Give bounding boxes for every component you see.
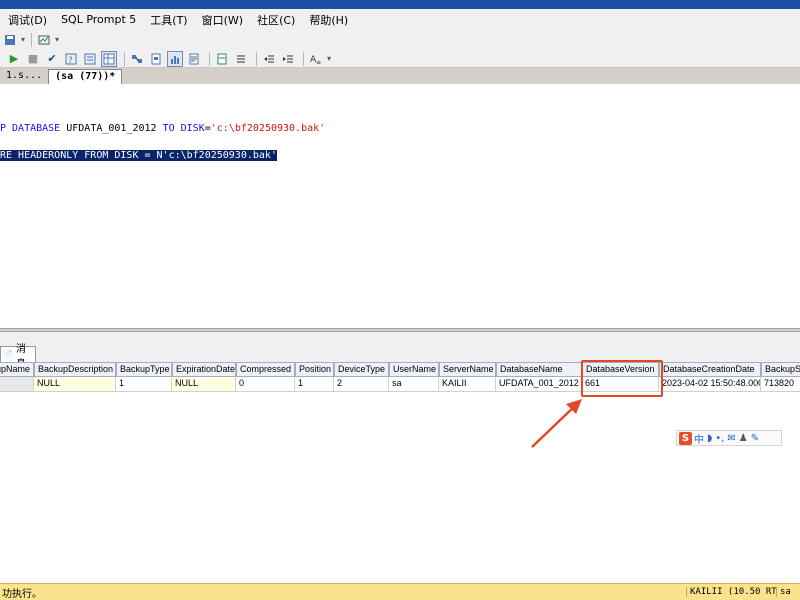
results-to-text-icon[interactable] xyxy=(186,51,202,67)
annotation-arrow-icon xyxy=(531,399,582,448)
intellisense-icon[interactable] xyxy=(82,51,98,67)
parse-check-icon[interactable]: ✔ xyxy=(44,51,60,67)
column-header[interactable]: Position xyxy=(295,362,334,377)
wrench-icon[interactable]: ✎ xyxy=(751,433,759,444)
column-header[interactable]: Compressed xyxy=(236,362,295,377)
table-cell[interactable]: 2 xyxy=(334,377,389,392)
user-icon[interactable]: ♟ xyxy=(739,433,748,444)
chinese-mode-label[interactable]: 中 xyxy=(694,431,704,446)
table-cell[interactable]: NULL xyxy=(34,377,116,392)
column-header[interactable]: UserName xyxy=(389,362,439,377)
execute-icon[interactable]: ▶ xyxy=(6,51,22,67)
column-header[interactable]: upName xyxy=(0,362,34,377)
menu-tools[interactable]: 工具(T) xyxy=(150,12,187,28)
include-plan-icon[interactable] xyxy=(148,51,164,67)
sql-editor-toolbar: ▶ ■ ✔ ? A ≡ ▾ xyxy=(0,50,800,68)
window-title-bar xyxy=(0,0,800,9)
table-cell[interactable]: 1 xyxy=(116,377,172,392)
mail-icon[interactable]: ✉ xyxy=(727,433,735,444)
table-cell[interactable]: 713820 xyxy=(761,377,800,392)
table-cell[interactable]: 1 xyxy=(295,377,334,392)
column-header[interactable]: ServerName xyxy=(439,362,496,377)
status-server: KAILII (10.50 RTM) xyxy=(686,587,776,597)
messages-icon: 📄 xyxy=(3,350,13,359)
column-header[interactable]: DatabaseCreationDate xyxy=(659,362,761,377)
activity-monitor-icon[interactable] xyxy=(36,32,52,48)
document-tabs: 1.s... (sa (77))* xyxy=(0,68,800,84)
tab-messages[interactable]: 📄 消息 xyxy=(0,344,36,370)
toolbar-overflow-icon[interactable]: ▾ xyxy=(55,33,61,47)
status-bar: 功执行。 KAILII (10.50 RTM) sa xyxy=(0,583,800,600)
column-header[interactable]: BackupS xyxy=(761,362,800,377)
results-grid[interactable]: upNameBackupDescriptionBackupTypeExpirat… xyxy=(0,362,800,583)
code-line-backup: P DATABASE UFDATA_001_2012 TO DISK='c:\b… xyxy=(0,123,326,134)
table-cell[interactable]: 0 xyxy=(236,377,295,392)
column-header[interactable]: BackupDescription xyxy=(34,362,116,377)
tab-query-1[interactable]: 1.s... xyxy=(0,69,48,84)
query-options-icon[interactable]: ? xyxy=(63,51,79,67)
code-line-restore-selected: RE HEADERONLY FROM DISK = N'c:\bf2025093… xyxy=(0,150,277,161)
tab-query-active[interactable]: (sa (77))* xyxy=(48,69,123,84)
menu-sql-prompt[interactable]: SQL Prompt 5 xyxy=(61,13,136,26)
sql-editor[interactable]: P DATABASE UFDATA_001_2012 TO DISK='c:\b… xyxy=(0,84,800,328)
moon-icon[interactable]: ◗ xyxy=(707,433,712,444)
results-to-file-icon[interactable] xyxy=(214,51,230,67)
toolbar-overflow-icon[interactable]: ▾ xyxy=(21,33,27,47)
stop-icon[interactable]: ■ xyxy=(25,51,41,67)
save-icon[interactable] xyxy=(2,32,18,48)
decrease-indent-icon[interactable] xyxy=(261,51,277,67)
menu-community[interactable]: 社区(C) xyxy=(257,12,295,28)
menu-help[interactable]: 帮助(H) xyxy=(309,12,348,28)
status-message: 功执行。 xyxy=(2,588,42,600)
svg-text:?: ? xyxy=(68,56,73,65)
column-header[interactable]: BackupType xyxy=(116,362,172,377)
display-plan-icon[interactable] xyxy=(129,51,145,67)
standard-toolbar: ▾ ▾ xyxy=(0,30,800,50)
table-cell[interactable]: sa xyxy=(389,377,439,392)
specify-values-icon[interactable]: A ≡ xyxy=(308,51,324,67)
highlight-box xyxy=(581,360,663,397)
sogou-logo-icon[interactable]: S xyxy=(679,431,692,445)
table-cell[interactable]: NULL xyxy=(172,377,236,392)
increase-indent-icon[interactable] xyxy=(280,51,296,67)
punctuation-icon[interactable]: •, xyxy=(715,433,724,444)
ime-toolbar[interactable]: S 中 ◗ •, ✉ ♟ ✎ xyxy=(676,430,782,446)
column-header[interactable]: DatabaseName xyxy=(496,362,582,377)
column-header[interactable]: ExpirationDate xyxy=(172,362,236,377)
menu-bar: 调试(D) SQL Prompt 5 工具(T) 窗口(W) 社区(C) 帮助(… xyxy=(0,9,800,30)
table-cell[interactable]: KAILII xyxy=(439,377,496,392)
column-header[interactable]: DeviceType xyxy=(334,362,389,377)
table-cell[interactable]: UFDATA_001_2012 xyxy=(496,377,582,392)
comment-out-icon[interactable] xyxy=(233,51,249,67)
status-user: sa xyxy=(776,587,800,597)
menu-window[interactable]: 窗口(W) xyxy=(202,12,243,28)
table-cell[interactable] xyxy=(0,377,34,392)
toolbar-overflow-icon[interactable]: ▾ xyxy=(327,52,333,66)
table-cell[interactable]: 2023-04-02 15:50:48.000 xyxy=(659,377,761,392)
results-tab-strip: 📄 消息 xyxy=(0,332,800,370)
svg-text:≡: ≡ xyxy=(316,59,321,65)
client-statistics-icon[interactable] xyxy=(167,50,183,67)
menu-debug[interactable]: 调试(D) xyxy=(8,12,47,28)
results-to-grid-icon[interactable] xyxy=(101,50,117,67)
